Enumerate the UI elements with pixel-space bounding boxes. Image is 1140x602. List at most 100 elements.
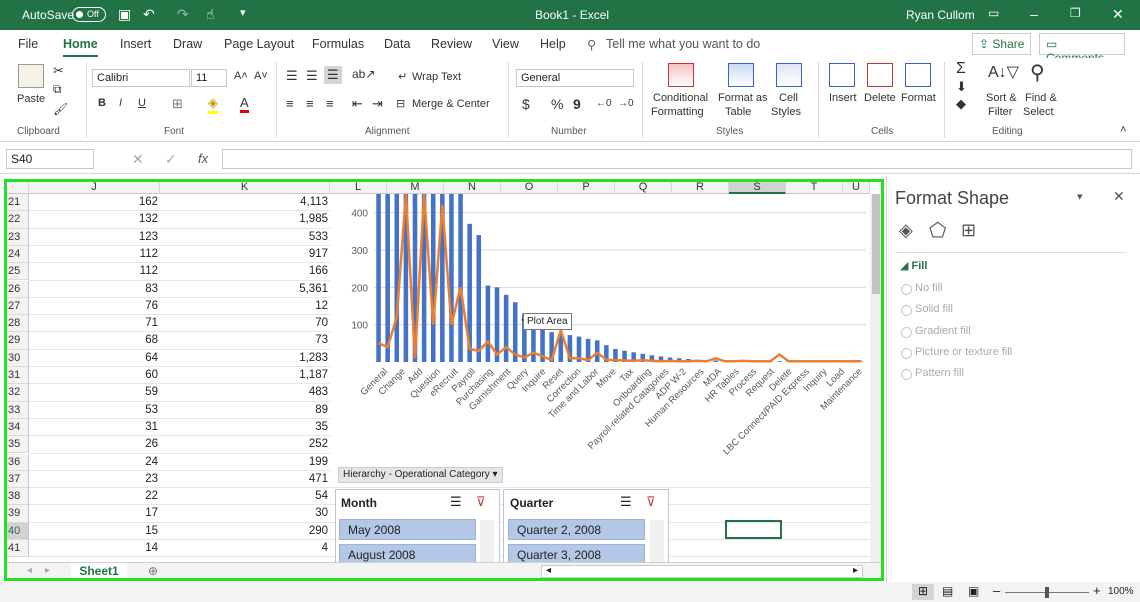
align-left-icon[interactable]: ≡ [286,96,294,111]
page-layout-view-icon[interactable]: ▤ [942,584,953,598]
customize-qat-icon[interactable]: ▾ [240,6,246,19]
cell-styles-button[interactable]: Cell [779,92,798,104]
gradient-fill-option[interactable]: Gradient fill [901,325,971,338]
delete-cells-button[interactable]: Delete [864,92,896,104]
percent-button[interactable]: % [551,96,563,112]
format-cells-button[interactable]: Format [901,92,936,104]
undo-icon[interactable]: ↶ [143,6,155,23]
no-fill-option[interactable]: No fill [901,282,943,295]
chart-area[interactable]: 100 200 300 400 General Change Add Question eRec… [330,193,870,484]
cut-icon[interactable]: ✂ [53,63,64,79]
cell-j[interactable]: 53 [29,402,160,419]
cell-k[interactable]: 1,985 [160,211,328,228]
currency-button[interactable]: $ [522,96,530,112]
pane-close-icon[interactable]: ✕ [1113,188,1125,205]
cell-j[interactable]: 112 [29,246,160,263]
slicer-quarter[interactable]: Quarter ☰ ⊽ Quarter 2, 2008 Quarter 3, 2… [503,489,669,565]
underline-button[interactable]: U [138,97,146,109]
cell-j[interactable]: 132 [29,211,160,228]
clear-icon[interactable]: ◆ [956,96,966,112]
enter-icon[interactable]: ✓ [165,151,177,168]
user-name[interactable]: Ryan Cullom [906,8,975,22]
vertical-scrollbar[interactable] [870,194,882,562]
row-header[interactable]: 33 [5,401,29,419]
insert-cells-button[interactable]: Insert [829,92,857,104]
copy-icon[interactable]: ⧉ [53,82,62,97]
touch-mode-icon[interactable]: ☝ [206,6,215,23]
next-sheet-icon[interactable]: ▸ [45,565,50,576]
paste-button[interactable]: Paste [17,93,45,105]
cell-j[interactable]: 31 [29,419,160,436]
borders-icon[interactable]: ⊞ [172,96,183,112]
zoom-out-icon[interactable]: – [993,583,1000,598]
zoom-in-icon[interactable]: + [1093,583,1101,598]
cell-j[interactable]: 17 [29,505,160,522]
slicer-scrollbar[interactable] [650,520,664,564]
slicer-month[interactable]: Month ☰ ⊽ May 2008 August 2008 [335,489,500,565]
insert-cells-icon[interactable] [829,63,855,87]
column-header-r[interactable]: R [672,180,729,194]
cancel-icon[interactable]: ✕ [132,151,144,168]
normal-view-icon[interactable]: ⊞ [912,584,934,600]
format-painter-icon[interactable]: 🖌 [53,102,68,116]
tab-review[interactable]: Review [431,37,472,51]
column-header-u[interactable]: U [843,180,870,194]
new-sheet-icon[interactable]: ⊕ [148,564,158,578]
tab-draw[interactable]: Draw [173,37,202,51]
format-cells-icon[interactable] [905,63,931,87]
fill-line-icon[interactable]: ◈ [899,220,913,241]
tab-view[interactable]: View [492,37,519,51]
column-header-n[interactable]: N [444,180,501,194]
multi-select-icon[interactable]: ☰ [450,494,462,510]
picture-fill-option[interactable]: Picture or texture fill [900,346,1012,359]
tab-data[interactable]: Data [384,37,410,51]
find-select-icon[interactable]: ⚲ [1030,60,1045,85]
decrease-decimal-icon[interactable]: →0 [618,98,634,109]
row-header[interactable]: 36 [5,453,29,471]
cell-k[interactable]: 73 [160,332,328,349]
zoom-slider-thumb[interactable] [1045,587,1049,598]
formula-input[interactable] [222,149,1132,169]
cell-j[interactable]: 112 [29,263,160,280]
cell-j[interactable]: 15 [29,523,160,540]
row-header[interactable]: 21 [5,194,29,212]
slicer-scrollbar[interactable] [480,520,494,564]
column-header-q[interactable]: Q [615,180,672,194]
active-cell-s40[interactable] [725,520,782,539]
cell-k[interactable]: 533 [160,229,328,246]
column-header-t[interactable]: T [786,180,843,194]
cell-j[interactable]: 14 [29,540,160,557]
cell-k[interactable]: 30 [160,505,328,522]
clear-filter-icon[interactable]: ⊽ [646,494,656,510]
clear-filter-icon[interactable]: ⊽ [476,494,486,510]
row-header[interactable]: 38 [5,488,29,506]
format-as-table-icon[interactable] [728,63,754,87]
tab-insert[interactable]: Insert [120,37,151,51]
row-header[interactable]: 39 [5,505,29,523]
bold-button[interactable]: B [98,97,106,109]
maximize-icon[interactable]: ❐ [1070,6,1081,20]
font-color-icon[interactable]: A [240,95,249,113]
conditional-formatting-button[interactable]: Conditional [653,92,708,104]
row-header[interactable]: 29 [5,332,29,350]
cell-j[interactable]: 26 [29,436,160,453]
name-box[interactable]: S40 [6,149,94,169]
pivot-chart[interactable]: 100200300400GeneralChangeAddQuestioneRec… [330,193,870,484]
column-header-o[interactable]: O [501,180,558,194]
number-format-combo[interactable]: General [516,69,634,87]
column-header-p[interactable]: P [558,180,615,194]
select-all-corner[interactable] [5,180,29,194]
scroll-right-icon[interactable]: ▸ [853,565,858,576]
cell-j[interactable]: 24 [29,454,160,471]
increase-indent-icon[interactable]: ⇥ [372,96,383,112]
cell-k[interactable]: 89 [160,402,328,419]
column-header-j[interactable]: J [29,180,160,194]
cell-j[interactable]: 64 [29,350,160,367]
minimize-icon[interactable]: – [1030,6,1038,22]
tab-help[interactable]: Help [540,37,566,51]
slicer-item[interactable]: Quarter 2, 2008 [508,519,645,540]
format-as-table-button[interactable]: Format as [718,92,768,104]
cell-j[interactable]: 22 [29,488,160,505]
scroll-thumb[interactable] [872,194,880,294]
cell-j[interactable]: 76 [29,298,160,315]
